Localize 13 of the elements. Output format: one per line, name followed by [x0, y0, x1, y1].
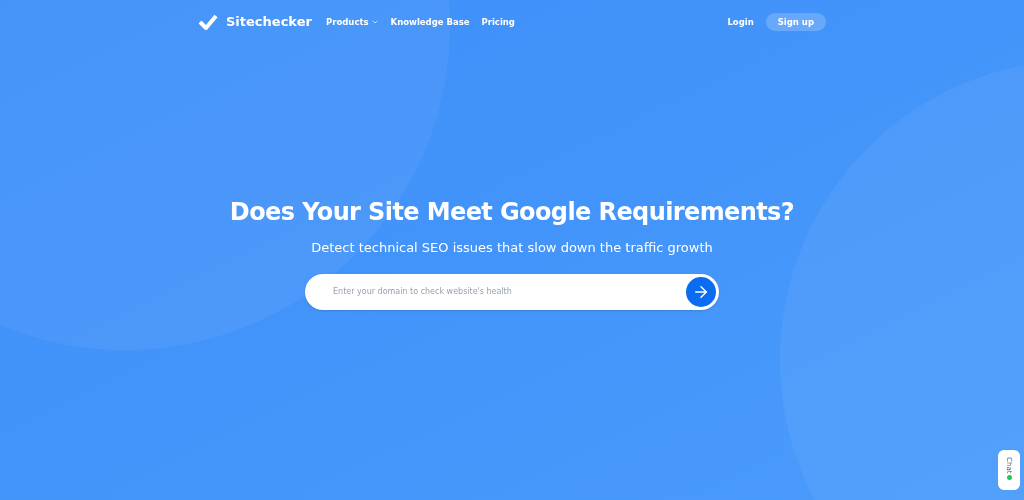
nav-link[interactable]: Products — [326, 15, 379, 29]
hero-title: Does Your Site Meet Google Requirements? — [229, 197, 795, 228]
login-link[interactable]: Login — [727, 15, 754, 29]
domain-input-field[interactable]: Enter your domain to check website's health — [333, 285, 684, 298]
caret-icon — [370, 18, 379, 26]
submit-button[interactable] — [684, 274, 718, 309]
checkmark-logo-icon — [198, 14, 218, 30]
signup-button[interactable]: Sign up — [765, 13, 826, 31]
nav-link[interactable]: Pricing — [481, 15, 515, 29]
logo-text: Sitechecker — [226, 13, 312, 32]
domain-search-field[interactable]: Enter your domain to check website's health — [305, 273, 719, 310]
hero-subtitle: Detect technical SEO issues that slow down the traffic growth — [311, 239, 713, 257]
nav-link[interactable]: Knowledge Base — [390, 15, 470, 29]
